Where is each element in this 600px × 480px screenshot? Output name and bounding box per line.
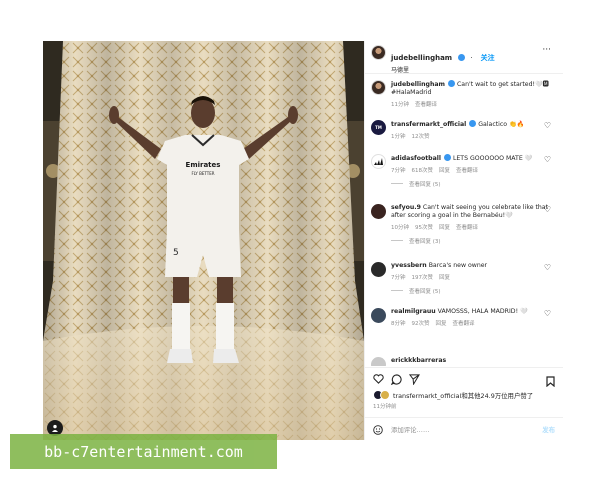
comment-time: 7分钟: [391, 168, 406, 174]
post-age: 11分钟前: [373, 404, 397, 410]
post-photo[interactable]: Emirates FLY BETTER 5: [43, 41, 364, 440]
comment-like-heart-icon[interactable]: ♡: [544, 264, 551, 272]
comment-text: LETS GOOOOOO MATE 🤍: [452, 155, 533, 162]
comment-time: 1分钟: [391, 134, 406, 140]
heart-icon[interactable]: [373, 374, 384, 384]
view-replies-link[interactable]: 查看回复 (5): [391, 287, 557, 295]
translate-link[interactable]: 查看翻译: [456, 225, 478, 231]
likes-summary[interactable]: transfermarkt_official和其他24.9万位用户赞了: [373, 390, 555, 400]
comment-time: 10分钟: [391, 225, 409, 231]
comment-time: 7分钟: [391, 275, 406, 281]
comment-likes[interactable]: 92次赞: [412, 321, 430, 327]
comment-time: 11分钟: [391, 102, 409, 108]
translate-link[interactable]: 查看翻译: [453, 321, 475, 327]
more-options-icon[interactable]: ···: [542, 45, 551, 55]
follow-button[interactable]: 关注: [481, 54, 495, 62]
comment-likes[interactable]: 95次赞: [415, 225, 433, 231]
view-replies-label[interactable]: 查看回复 (3): [409, 239, 441, 245]
comment-avatar[interactable]: [371, 154, 386, 169]
comment-like-heart-icon[interactable]: ♡: [544, 122, 551, 130]
comment-username[interactable]: realmilgrauu: [391, 308, 436, 315]
comment-input[interactable]: 添加评论……: [391, 425, 542, 434]
adidas-logo-icon: [374, 158, 383, 165]
photo-illustration: Emirates FLY BETTER 5: [43, 41, 364, 440]
comment-icon[interactable]: [391, 373, 402, 385]
svg-text:5: 5: [173, 248, 179, 258]
view-replies-label[interactable]: 查看回复 (5): [409, 182, 441, 188]
bookmark-icon[interactable]: [546, 372, 555, 391]
view-replies-link[interactable]: 查看回复 (5): [391, 180, 557, 188]
comment-item: realmilgrauu VAMOSSS, HALA MADRID! 🤍 8分钟…: [371, 308, 557, 327]
comment-username[interactable]: transfermarkt_official: [391, 121, 466, 128]
comment-username[interactable]: adidasfootball: [391, 155, 441, 162]
post-comment-button[interactable]: 发布: [542, 425, 555, 434]
comments-list[interactable]: judebellingham Can't wait to get started…: [365, 73, 563, 366]
likes-text[interactable]: transfermarkt_official和其他24.9万位用户赞了: [393, 391, 533, 400]
watermark-text: bb-c7entertainment.com: [44, 442, 243, 461]
emoji-icon[interactable]: [373, 420, 383, 439]
comment-like-heart-icon[interactable]: ♡: [544, 310, 551, 318]
comment-avatar[interactable]: [371, 80, 386, 95]
comment-avatar[interactable]: [371, 308, 386, 323]
comment-username[interactable]: erickkkbarreras: [391, 357, 446, 364]
reply-link[interactable]: 回复: [439, 168, 450, 174]
verified-badge-icon: [447, 80, 455, 87]
comment-username[interactable]: sefyou.9: [391, 204, 421, 211]
post-header: judebellingham · 关注 马德里 ···: [365, 41, 563, 74]
comment-avatar[interactable]: [371, 262, 386, 277]
comment-item: erickkkbarreras: [371, 357, 557, 366]
add-comment-bar: 添加评论…… 发布: [365, 417, 563, 440]
watermark-banner: bb-c7entertainment.com: [10, 434, 277, 469]
comment-username[interactable]: yvessbern: [391, 262, 427, 269]
comment-like-heart-icon[interactable]: ♡: [544, 156, 551, 164]
comment-likes[interactable]: 618次赞: [412, 168, 434, 174]
comment-item: sefyou.9 Can't wait seeing you celebrate…: [371, 204, 557, 245]
view-replies-label[interactable]: 查看回复 (5): [409, 289, 441, 295]
svg-text:FLY BETTER: FLY BETTER: [191, 171, 214, 176]
post-actions: transfermarkt_official和其他24.9万位用户赞了 11分钟…: [365, 367, 563, 417]
liker-avatar: [380, 390, 390, 400]
author-avatar[interactable]: [371, 45, 386, 60]
comment-username[interactable]: judebellingham: [391, 81, 445, 88]
author-username[interactable]: judebellingham: [391, 54, 452, 62]
translate-link[interactable]: 查看翻译: [415, 102, 437, 108]
screenshot-stage: Emirates FLY BETTER 5 judebellingham · 关…: [0, 0, 600, 480]
caption-comment: judebellingham Can't wait to get started…: [371, 80, 557, 108]
comment-item: adidasfootball LETS GOOOOOO MATE 🤍 7分钟 61…: [371, 154, 557, 188]
comment-text: VAMOSSS, HALA MADRID! 🤍: [437, 308, 528, 315]
verified-badge-icon: [469, 120, 477, 127]
verified-badge-icon: [443, 154, 451, 161]
svg-text:Emirates: Emirates: [186, 161, 221, 169]
post-side-panel: judebellingham · 关注 马德里 ··· judebellingh…: [364, 41, 563, 440]
comment-text: Barca's new owner: [428, 262, 488, 269]
comment-avatar[interactable]: TM: [371, 120, 386, 135]
translate-link[interactable]: 查看翻译: [456, 168, 478, 174]
comment-likes[interactable]: 12次赞: [412, 134, 430, 140]
reply-link[interactable]: 回复: [436, 321, 447, 327]
comment-item: TM transfermarkt_official Galactico 👏🔥 1…: [371, 120, 557, 140]
verified-badge-icon: [458, 54, 466, 61]
comment-likes[interactable]: 197次赞: [412, 275, 434, 281]
reply-link[interactable]: 回复: [439, 225, 450, 231]
view-replies-link[interactable]: 查看回复 (3): [391, 237, 557, 245]
comment-text: Galactico 👏🔥: [478, 121, 525, 128]
comment-avatar[interactable]: [371, 204, 386, 219]
comment-time: 8分钟: [391, 321, 406, 327]
comment-like-heart-icon[interactable]: ♡: [544, 206, 551, 214]
comment-item: yvessbern Barca's new owner 7分钟 197次赞 回复 ♡…: [371, 262, 557, 295]
reply-link[interactable]: 回复: [439, 275, 450, 281]
share-icon[interactable]: [409, 373, 420, 385]
comment-avatar[interactable]: [371, 357, 386, 366]
